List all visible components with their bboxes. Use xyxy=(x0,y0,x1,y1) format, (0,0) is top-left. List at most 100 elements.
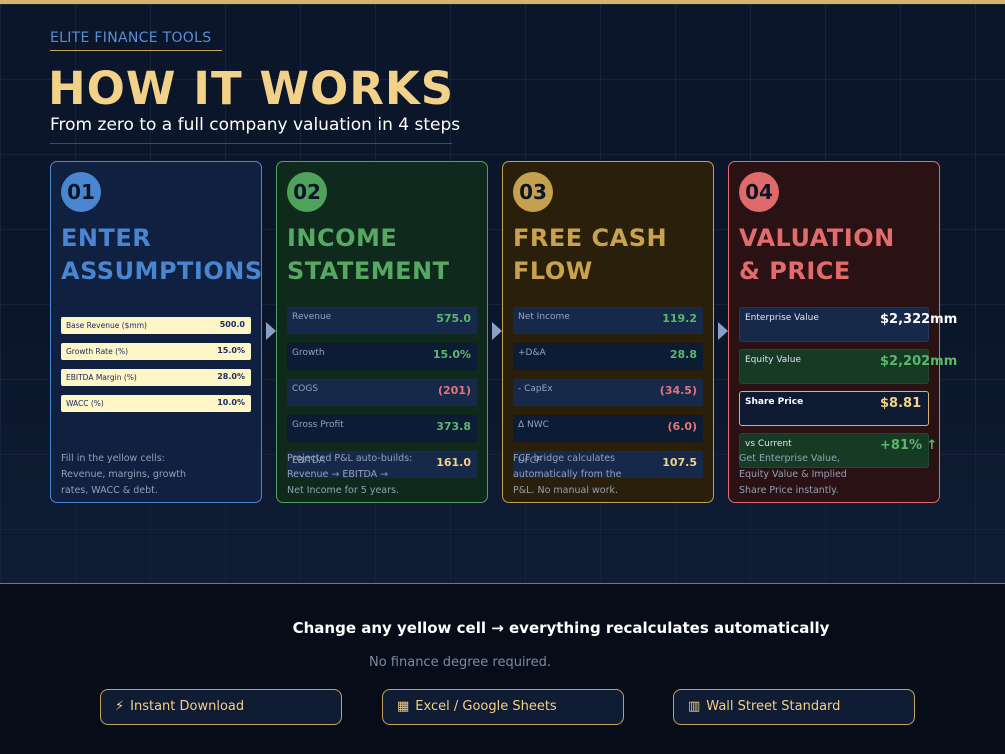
step-title-line: ASSUMPTIONS xyxy=(61,257,263,285)
table-row: - CapEx (34.5) xyxy=(513,379,703,406)
footer-subline: No finance degree required. xyxy=(368,655,551,670)
row-value: 15.0% xyxy=(432,348,471,361)
step-title: ENTER ASSUMPTIONS xyxy=(61,222,263,288)
row-label: Growth xyxy=(292,348,325,358)
description-line: rates, WACC & debt. xyxy=(61,485,158,496)
row-label: Revenue xyxy=(292,312,332,322)
input-label: Base Revenue ($mm) xyxy=(66,321,147,330)
step-card-income-statement: 02 INCOME STATEMENT Revenue 575.0 Growth… xyxy=(276,161,488,503)
step-title-line: ENTER xyxy=(61,224,152,252)
row-value: (6.0) xyxy=(667,420,697,433)
step-number-badge: 01 xyxy=(61,172,101,212)
row-value: 575.0 xyxy=(436,312,471,325)
pill-label: ▦ Excel / Google Sheets xyxy=(397,699,557,714)
input-value[interactable]: 500.0 xyxy=(220,320,245,329)
eyebrow-label: ELITE FINANCE TOOLS xyxy=(50,30,212,46)
row-value: $8.81 xyxy=(880,396,922,411)
input-value[interactable]: 10.0% xyxy=(217,398,245,407)
description-line: Net Income for 5 years. xyxy=(287,485,399,496)
step-arrow-icon xyxy=(718,322,728,340)
input-cell-ebitda-margin[interactable]: EBITDA Margin (%) 28.0% xyxy=(61,369,251,386)
page-subtitle: From zero to a full company valuation in… xyxy=(50,115,461,135)
table-row: Growth 15.0% xyxy=(287,343,477,370)
description-line: P&L. No manual work. xyxy=(513,485,619,496)
step-title-line: VALUATION xyxy=(739,224,895,252)
input-cell-growth-rate[interactable]: Growth Rate (%) 15.0% xyxy=(61,343,251,360)
step-title: FREE CASH FLOW xyxy=(513,222,713,288)
footer-banner: Change any yellow cell → everything reca… xyxy=(0,583,1005,754)
row-value: (34.5) xyxy=(659,384,697,397)
step-title-line: FREE CASH xyxy=(513,224,668,252)
equity-value-row: Equity Value $2,202mm xyxy=(739,349,957,384)
instant-download-button[interactable]: ⚡ Instant Download xyxy=(100,689,342,725)
row-label: Share Price xyxy=(745,397,804,407)
step-title: INCOME STATEMENT xyxy=(287,222,487,288)
row-label: Gross Profit xyxy=(292,420,344,430)
row-label: COGS xyxy=(292,384,319,394)
spreadsheet-icon: ▦ xyxy=(397,699,410,714)
row-value: (201) xyxy=(437,384,471,397)
step-card-valuation: 04 VALUATION & PRICE Enterprise Value $2… xyxy=(728,161,957,503)
enterprise-value-row: Enterprise Value $2,322mm xyxy=(739,307,957,342)
row-label: Δ NWC xyxy=(518,420,549,430)
input-cell-wacc[interactable]: WACC (%) 10.0% xyxy=(61,395,251,412)
row-label: Net Income xyxy=(518,312,570,322)
step-description: Projected P&L auto-builds: Revenue → EBI… xyxy=(287,451,487,499)
input-value[interactable]: 15.0% xyxy=(217,346,245,355)
input-value[interactable]: 28.0% xyxy=(217,372,245,381)
wall-street-standard-button[interactable]: ▥ Wall Street Standard xyxy=(673,689,915,725)
row-label: Enterprise Value xyxy=(745,313,819,323)
step-title-line: FLOW xyxy=(513,257,593,285)
pill-label: ▥ Wall Street Standard xyxy=(688,699,840,714)
description-line: Get Enterprise Value, xyxy=(739,453,840,464)
pill-label-text: Instant Download xyxy=(130,699,245,714)
step-title-line: STATEMENT xyxy=(287,257,450,285)
step-description: Get Enterprise Value, Equity Value & Imp… xyxy=(739,451,939,499)
description-line: Projected P&L auto-builds: xyxy=(287,453,413,464)
table-row: Gross Profit 373.8 xyxy=(287,415,477,442)
input-label: WACC (%) xyxy=(66,399,104,408)
step-title-line: INCOME xyxy=(287,224,398,252)
row-value: 373.8 xyxy=(436,420,471,433)
row-value: $2,202mm xyxy=(880,354,958,369)
table-row: Net Income 119.2 xyxy=(513,307,703,334)
description-line: Revenue, margins, growth xyxy=(61,469,186,480)
building-icon: ▥ xyxy=(688,699,701,714)
step-number-badge: 02 xyxy=(287,172,327,212)
step-title: VALUATION & PRICE xyxy=(739,222,939,288)
description-line: Share Price instantly. xyxy=(739,485,839,496)
step-description: Fill in the yellow cells: Revenue, margi… xyxy=(61,451,261,499)
description-line: automatically from the xyxy=(513,469,622,480)
table-row: +D&A 28.8 xyxy=(513,343,703,370)
input-label: EBITDA Margin (%) xyxy=(66,373,137,382)
description-line: Equity Value & Implied xyxy=(739,469,847,480)
row-label: Equity Value xyxy=(745,355,802,365)
excel-sheets-button[interactable]: ▦ Excel / Google Sheets xyxy=(382,689,624,725)
page-title: HOW IT WORKS xyxy=(48,62,455,115)
row-value: $2,322mm xyxy=(880,312,958,327)
step-description: FCF bridge calculates automatically from… xyxy=(513,451,713,499)
step-card-free-cash-flow: 03 FREE CASH FLOW Net Income 119.2 +D&A … xyxy=(502,161,714,503)
description-line: Fill in the yellow cells: xyxy=(61,453,165,464)
step-number-badge: 03 xyxy=(513,172,553,212)
row-value: 119.2 xyxy=(662,312,697,325)
step-arrow-icon xyxy=(492,322,502,340)
pill-label-text: Wall Street Standard xyxy=(706,699,841,714)
description-line: FCF bridge calculates xyxy=(513,453,615,464)
input-cell-base-revenue[interactable]: Base Revenue ($mm) 500.0 xyxy=(61,317,251,334)
row-label: - CapEx xyxy=(518,384,553,394)
step-number-badge: 04 xyxy=(739,172,779,212)
subtitle-divider xyxy=(50,143,452,144)
footer-headline: Change any yellow cell → everything reca… xyxy=(292,619,830,637)
row-label: vs Current xyxy=(745,439,792,449)
pill-label: ⚡ Instant Download xyxy=(115,699,244,714)
table-row: Revenue 575.0 xyxy=(287,307,477,334)
table-row: COGS (201) xyxy=(287,379,477,406)
row-value: 28.8 xyxy=(669,348,697,361)
description-line: Revenue → EBITDA → xyxy=(287,469,389,480)
share-price-row: Share Price $8.81 xyxy=(739,391,929,426)
eyebrow-underline xyxy=(50,50,222,51)
step-arrow-icon xyxy=(266,322,276,340)
table-row: Δ NWC (6.0) xyxy=(513,415,703,442)
lightning-icon: ⚡ xyxy=(115,699,125,714)
